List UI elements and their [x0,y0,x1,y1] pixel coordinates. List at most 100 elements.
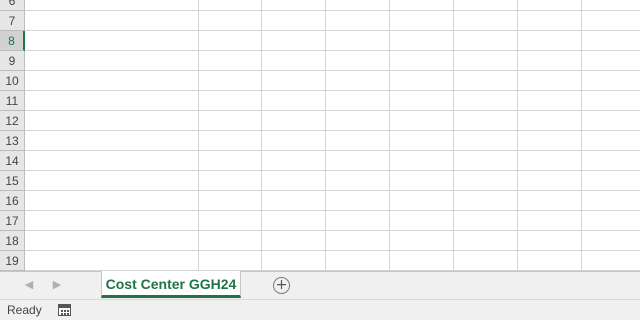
chevron-right-icon[interactable]: ▶ [50,278,64,292]
grid-cell[interactable] [326,211,390,231]
grid-cell[interactable] [199,51,262,71]
grid-cell[interactable] [25,31,199,51]
grid-cell[interactable] [390,191,454,211]
grid-cell[interactable] [199,231,262,251]
grid-cell[interactable] [326,51,390,71]
grid-cell[interactable] [262,91,326,111]
grid-cell[interactable] [326,131,390,151]
row-header[interactable]: 11 [0,91,25,111]
macro-record-icon[interactable] [58,304,71,316]
grid-cell[interactable] [582,11,640,31]
grid-cell[interactable] [326,91,390,111]
row-header[interactable]: 19 [0,251,25,271]
grid-cell[interactable] [390,211,454,231]
grid-cell[interactable] [326,111,390,131]
grid-cell[interactable] [25,91,199,111]
grid-cell[interactable] [262,31,326,51]
grid-cell[interactable] [518,191,582,211]
row-header[interactable]: 12 [0,111,25,131]
grid-cell[interactable] [25,171,199,191]
grid-cell[interactable] [582,231,640,251]
grid-cell[interactable] [454,151,518,171]
grid-cell[interactable] [454,111,518,131]
grid-row[interactable]: 11 [0,91,640,111]
grid-cell[interactable] [390,11,454,31]
grid-cell[interactable] [582,0,640,11]
grid-row[interactable]: 9 [0,51,640,71]
grid-cell[interactable] [390,111,454,131]
grid-cell[interactable] [454,0,518,11]
grid-cell[interactable] [25,0,199,11]
grid-cell[interactable] [262,131,326,151]
grid-cell[interactable] [262,211,326,231]
grid-row[interactable]: 10 [0,71,640,91]
grid-row[interactable]: 7 [0,11,640,31]
grid-row[interactable]: 13 [0,131,640,151]
grid-cell[interactable] [390,251,454,271]
grid-cell[interactable] [582,31,640,51]
grid-cell[interactable] [518,51,582,71]
grid-cell[interactable] [390,171,454,191]
grid-cell[interactable] [199,191,262,211]
grid-cell[interactable] [518,171,582,191]
grid-cell[interactable] [454,31,518,51]
grid-cell[interactable] [25,231,199,251]
grid-cell[interactable] [25,11,199,31]
grid-cell[interactable] [25,211,199,231]
grid-cell[interactable] [25,251,199,271]
grid-cell[interactable] [262,11,326,31]
worksheet-grid[interactable]: 6 7 8 9 10 11 12 13 14 15 16 17 18 19 [0,0,640,271]
row-header[interactable]: 8 [0,31,25,51]
grid-cell[interactable] [390,131,454,151]
grid-cell[interactable] [326,251,390,271]
grid-cell[interactable] [199,0,262,11]
grid-cell[interactable] [454,51,518,71]
row-header[interactable]: 7 [0,11,25,31]
grid-cell[interactable] [582,151,640,171]
grid-row[interactable]: 8 [0,31,640,51]
row-header[interactable]: 14 [0,151,25,171]
grid-cell[interactable] [454,91,518,111]
grid-cell[interactable] [582,211,640,231]
grid-row[interactable]: 17 [0,211,640,231]
row-header[interactable]: 9 [0,51,25,71]
grid-cell[interactable] [454,211,518,231]
grid-cell[interactable] [582,171,640,191]
grid-cell[interactable] [262,0,326,11]
grid-cell[interactable] [25,51,199,71]
grid-cell[interactable] [262,171,326,191]
grid-cell[interactable] [390,51,454,71]
grid-cell[interactable] [518,151,582,171]
grid-cell[interactable] [326,0,390,11]
grid-cell[interactable] [326,191,390,211]
grid-cell[interactable] [199,171,262,191]
grid-cell[interactable] [454,171,518,191]
grid-cell[interactable] [199,31,262,51]
grid-cell[interactable] [390,151,454,171]
grid-cell[interactable] [582,251,640,271]
grid-cell[interactable] [25,151,199,171]
grid-row[interactable]: 15 [0,171,640,191]
grid-cell[interactable] [199,11,262,31]
grid-cell[interactable] [199,71,262,91]
grid-cell[interactable] [582,131,640,151]
grid-cell[interactable] [326,71,390,91]
grid-cell[interactable] [518,71,582,91]
grid-cell[interactable] [199,251,262,271]
grid-cell[interactable] [518,251,582,271]
grid-cell[interactable] [518,131,582,151]
grid-cell[interactable] [262,191,326,211]
grid-cell[interactable] [262,51,326,71]
grid-cell[interactable] [25,131,199,151]
grid-cell[interactable] [454,131,518,151]
grid-cell[interactable] [518,91,582,111]
row-header[interactable]: 13 [0,131,25,151]
grid-cell[interactable] [262,111,326,131]
grid-cell[interactable] [518,231,582,251]
row-header[interactable]: 18 [0,231,25,251]
grid-cell[interactable] [262,71,326,91]
grid-cell[interactable] [582,91,640,111]
grid-cell[interactable] [326,171,390,191]
grid-cell[interactable] [582,191,640,211]
grid-row[interactable]: 6 [0,0,640,11]
